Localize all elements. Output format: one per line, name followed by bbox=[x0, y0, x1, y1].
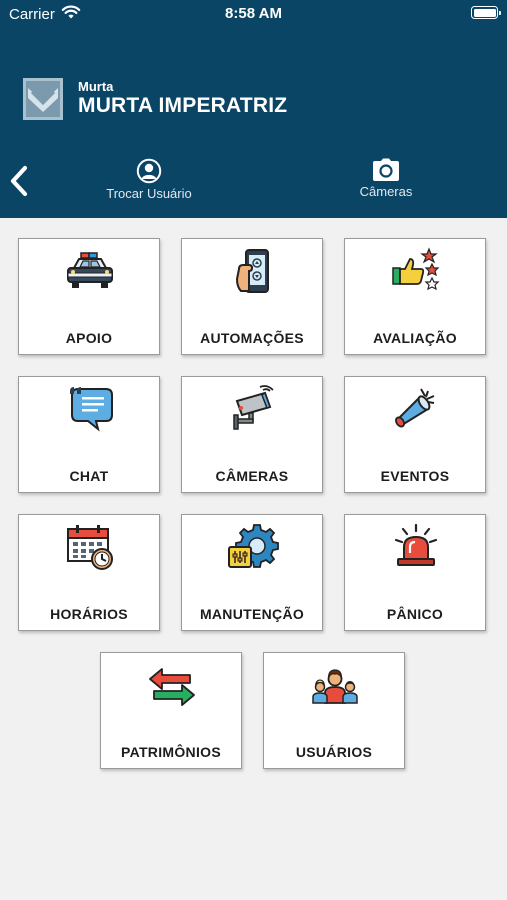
users-group-icon bbox=[312, 669, 358, 704]
security-camera-icon bbox=[233, 385, 274, 430]
tile-label: AUTOMAÇÕES bbox=[200, 330, 304, 346]
chat-bubble-icon bbox=[70, 387, 113, 432]
smartphone-remote-icon bbox=[235, 249, 269, 293]
battery-icon bbox=[471, 6, 501, 19]
tile-avaliacao[interactable]: AVALIAÇÃO bbox=[344, 238, 486, 355]
switch-user-label: Trocar Usuário bbox=[106, 186, 192, 201]
cameras-label: Câmeras bbox=[359, 184, 413, 199]
thumbs-up-stars-icon bbox=[392, 247, 440, 291]
exchange-arrows-icon bbox=[149, 668, 195, 706]
tile-label: MANUTENÇÃO bbox=[199, 606, 305, 622]
police-car-icon bbox=[67, 252, 113, 288]
tile-label: PÂNICO bbox=[386, 606, 444, 622]
tile-apoio[interactable]: APOIO bbox=[18, 238, 160, 355]
siren-icon bbox=[394, 523, 438, 566]
page-title: MURTA IMPERATRIZ bbox=[78, 94, 288, 117]
tile-label: PATRIMÔNIOS bbox=[120, 744, 221, 760]
condominium-logo bbox=[23, 78, 63, 120]
megaphone-icon bbox=[395, 388, 435, 428]
tile-label: CHAT bbox=[69, 468, 109, 484]
tile-label: HORÁRIOS bbox=[50, 606, 128, 622]
clock: 8:58 AM bbox=[225, 5, 282, 22]
tile-label: AVALIAÇÃO bbox=[373, 330, 457, 346]
switch-user-button[interactable]: Trocar Usuário bbox=[96, 158, 202, 201]
back-chevron-icon[interactable] bbox=[6, 164, 32, 198]
camera-icon bbox=[373, 158, 399, 181]
user-circle-icon bbox=[136, 158, 162, 184]
tile-label: EVENTOS bbox=[380, 468, 450, 484]
app-header: Carrier 8:58 AM Murta MURTA IMPERATRIZ T… bbox=[0, 0, 507, 218]
tile-panico[interactable]: PÂNICO bbox=[344, 514, 486, 631]
tile-horarios[interactable]: HORÁRIOS bbox=[18, 514, 160, 631]
calendar-clock-icon bbox=[67, 525, 113, 570]
header-subtitle: Murta bbox=[78, 79, 114, 94]
tile-label: APOIO bbox=[65, 330, 113, 346]
tile-patrimonios[interactable]: PATRIMÔNIOS bbox=[100, 652, 242, 769]
gear-panel-icon bbox=[228, 524, 279, 568]
cameras-button[interactable]: Câmeras bbox=[346, 158, 426, 199]
tile-label: USUÁRIOS bbox=[295, 744, 373, 760]
tile-eventos[interactable]: EVENTOS bbox=[344, 376, 486, 493]
tile-usuarios[interactable]: USUÁRIOS bbox=[263, 652, 405, 769]
tile-manutencao[interactable]: MANUTENÇÃO bbox=[181, 514, 323, 631]
status-bar: Carrier 8:58 AM bbox=[0, 0, 507, 28]
tile-automacoes[interactable]: AUTOMAÇÕES bbox=[181, 238, 323, 355]
tile-cameras[interactable]: CÂMERAS bbox=[181, 376, 323, 493]
tile-label: CÂMERAS bbox=[215, 468, 289, 484]
tile-chat[interactable]: CHAT bbox=[18, 376, 160, 493]
